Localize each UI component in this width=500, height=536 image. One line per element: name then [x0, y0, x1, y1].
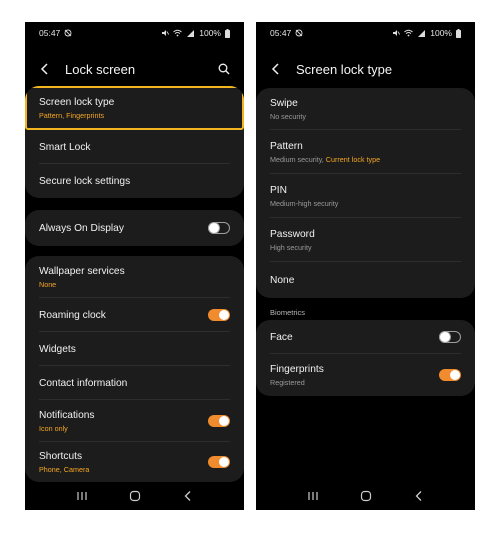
secure-lock-settings-item[interactable]: Secure lock settings — [25, 164, 244, 198]
wallpaper-services-item[interactable]: Wallpaper services None — [25, 256, 244, 298]
item-sub: No security — [270, 111, 306, 121]
security-level: Medium security, — [270, 154, 326, 164]
item-label: None — [270, 274, 295, 286]
search-icon[interactable] — [216, 61, 232, 77]
battery-level: 100% — [430, 28, 452, 38]
page-header: Screen lock type — [256, 56, 475, 82]
wifi-icon — [404, 29, 414, 37]
lock-option-none[interactable]: None — [256, 262, 475, 298]
shortcuts-toggle[interactable] — [208, 456, 230, 468]
nav-back-icon[interactable] — [178, 488, 198, 504]
item-sub: Registered — [270, 377, 305, 387]
item-label: PIN — [270, 184, 287, 196]
status-bar: 05:47 100% — [256, 22, 475, 44]
current-lock-type-badge: Current lock type — [325, 154, 381, 164]
page-title: Lock screen — [65, 61, 136, 77]
page-title: Screen lock type — [296, 61, 393, 77]
page-header: Lock screen — [25, 56, 244, 82]
lock-settings-card: Screen lock type Pattern, Fingerprints S… — [25, 86, 244, 198]
recents-icon[interactable] — [303, 488, 323, 504]
back-arrow-icon[interactable] — [37, 61, 53, 77]
lock-option-password[interactable]: Password High security — [256, 218, 475, 262]
mute-icon — [161, 29, 170, 37]
lock-extras-card: Wallpaper services None Roaming clock Wi… — [25, 256, 244, 482]
item-label: Pattern — [270, 140, 303, 152]
biometric-fingerprints-item[interactable]: Fingerprints Registered — [256, 354, 475, 396]
status-time: 05:47 — [39, 28, 61, 38]
no-sync-icon — [64, 29, 72, 37]
lock-option-swipe[interactable]: Swipe No security — [256, 88, 475, 130]
battery-icon — [225, 28, 230, 38]
screen-lock-type-item[interactable]: Screen lock type Pattern, Fingerprints — [25, 86, 244, 130]
lock-option-pin[interactable]: PIN Medium-high security — [256, 174, 475, 218]
item-label: Password — [270, 228, 315, 240]
item-label: Swipe — [270, 97, 298, 109]
mute-icon — [392, 29, 401, 37]
roaming-clock-toggle[interactable] — [208, 309, 230, 321]
fingerprints-toggle[interactable] — [439, 369, 461, 381]
signal-icon — [186, 29, 195, 37]
item-label: Roaming clock — [39, 309, 106, 321]
item-label: Notifications — [39, 409, 95, 421]
status-time: 05:47 — [270, 28, 292, 38]
screen-lock-type-phone: 05:47 100% Screen lock type Swipe No sec… — [256, 22, 475, 510]
item-label: Always On Display — [39, 222, 124, 234]
item-sub: Medium security, Current lock type — [270, 155, 380, 164]
item-sub: None — [39, 279, 57, 289]
biometric-face-item[interactable]: Face — [256, 320, 475, 354]
battery-icon — [456, 28, 461, 38]
lock-screen-phone: 05:47 100% Lock screen Screen lock type … — [25, 22, 244, 510]
notifications-toggle[interactable] — [208, 415, 230, 427]
biometrics-section-label: Biometrics — [270, 308, 306, 317]
roaming-clock-item[interactable]: Roaming clock — [25, 298, 244, 332]
item-sub: Pattern, Fingerprints — [39, 110, 105, 120]
no-sync-icon — [295, 29, 303, 37]
navigation-bar — [25, 482, 244, 510]
lock-type-options-card: Swipe No security Pattern Medium securit… — [256, 88, 475, 298]
item-sub: High security — [270, 242, 312, 252]
item-label: Screen lock type — [39, 96, 115, 108]
item-label: Widgets — [39, 343, 76, 355]
item-label: Smart Lock — [39, 141, 91, 153]
status-bar: 05:47 100% — [25, 22, 244, 44]
item-label: Wallpaper services — [39, 265, 125, 277]
lock-option-pattern[interactable]: Pattern Medium security, Current lock ty… — [256, 130, 475, 174]
item-label: Face — [270, 331, 293, 343]
battery-level: 100% — [199, 28, 221, 38]
item-label: Secure lock settings — [39, 175, 131, 187]
item-sub: Phone, Camera — [39, 464, 90, 474]
smart-lock-item[interactable]: Smart Lock — [25, 130, 244, 164]
item-sub: Icon only — [39, 423, 68, 433]
item-label: Fingerprints — [270, 363, 324, 375]
recents-icon[interactable] — [72, 488, 92, 504]
always-on-display-toggle[interactable] — [208, 221, 230, 234]
widgets-item[interactable]: Widgets — [25, 332, 244, 366]
item-label: Contact information — [39, 377, 128, 389]
home-icon[interactable] — [356, 488, 376, 504]
aod-card: Always On Display — [25, 210, 244, 246]
nav-back-icon[interactable] — [409, 488, 429, 504]
contact-information-item[interactable]: Contact information — [25, 366, 244, 400]
face-toggle[interactable] — [439, 330, 461, 343]
item-sub: Medium-high security — [270, 198, 339, 208]
home-icon[interactable] — [125, 488, 145, 504]
signal-icon — [417, 29, 426, 37]
always-on-display-item[interactable]: Always On Display — [25, 210, 244, 246]
item-label: Shortcuts — [39, 450, 83, 462]
shortcuts-item[interactable]: Shortcuts Phone, Camera — [25, 442, 244, 482]
wifi-icon — [173, 29, 183, 37]
back-arrow-icon[interactable] — [268, 61, 284, 77]
biometrics-card: Face Fingerprints Registered — [256, 320, 475, 396]
navigation-bar — [256, 482, 475, 510]
notifications-item[interactable]: Notifications Icon only — [25, 400, 244, 442]
